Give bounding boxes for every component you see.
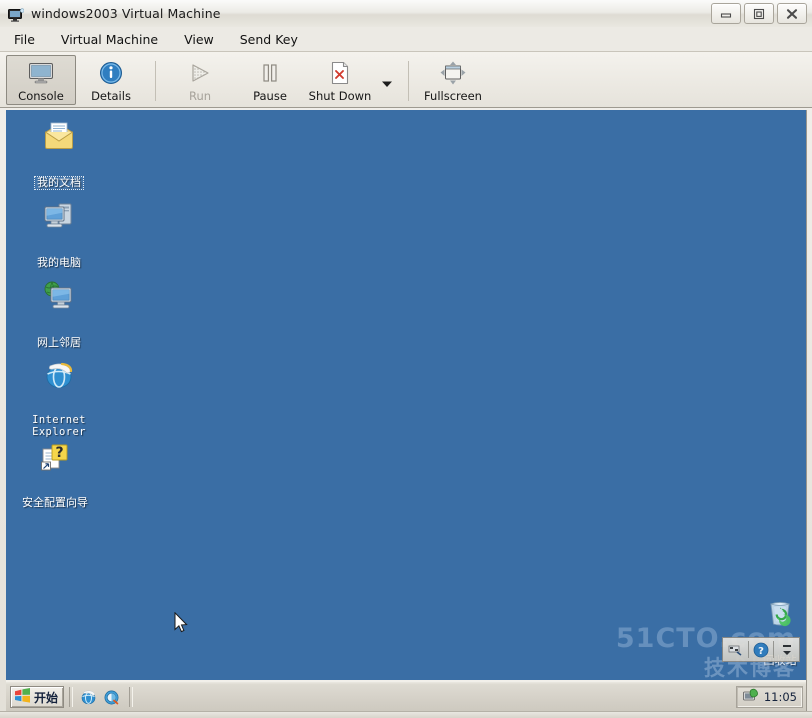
internet-explorer-icon (81, 690, 95, 705)
desktop-icon-network-places[interactable]: 网上邻居 (20, 276, 98, 350)
menu-item-send-key[interactable]: Send Key (238, 30, 300, 49)
system-tray: 11:05 (735, 686, 803, 708)
svg-text:?: ? (55, 445, 63, 461)
spinner-buttons[interactable] (774, 638, 799, 661)
toolbar-button-shutdown[interactable]: Shut Down (305, 55, 375, 105)
maximize-button[interactable] (744, 3, 774, 24)
shutdown-dropdown-button[interactable] (375, 55, 399, 105)
desktop-icon-my-documents[interactable]: 我的文档 (20, 116, 98, 190)
browser-icon (104, 690, 118, 705)
virt-manager-window: windows2003 Virtual Machine File Virtual… (0, 0, 812, 718)
taskbar-clock[interactable]: 11:05 (764, 690, 797, 704)
desktop-icon-label: Internet Explorer (32, 414, 86, 438)
pause-icon (259, 61, 281, 85)
quicklaunch-internet-explorer[interactable] (78, 687, 98, 707)
window-controls (711, 3, 807, 24)
desktop-icon-my-computer[interactable]: 我的电脑 (20, 196, 98, 270)
network-places-icon (20, 276, 98, 312)
toolbar-button-run[interactable]: Run (165, 55, 235, 105)
windows-flag-icon (14, 687, 31, 707)
pin-icon[interactable] (723, 638, 748, 661)
close-button[interactable] (777, 3, 807, 24)
desktop-icon-label: 我的电脑 (37, 256, 81, 269)
toolbar: Console Details Run Pause Shut Down Full… (0, 52, 812, 108)
windows-taskbar: 开始 11:05 (6, 680, 806, 712)
security-shield-icon[interactable] (742, 687, 759, 707)
window-title: windows2003 Virtual Machine (31, 6, 221, 21)
toolbar-button-fullscreen[interactable]: Fullscreen (418, 55, 488, 105)
toolbar-separator-1 (155, 61, 156, 101)
security-config-wizard-icon: ? (16, 436, 94, 472)
svg-text:?: ? (758, 646, 764, 657)
toolbar-label-pause: Pause (253, 89, 287, 103)
desktop-icon-label: 我的文档 (34, 176, 84, 190)
shutdown-icon (329, 61, 351, 85)
recycle-bin-icon (741, 594, 806, 630)
host-window-bottom-strip (0, 711, 812, 718)
toolbar-label-console: Console (18, 89, 64, 103)
chevron-down-icon (382, 81, 392, 87)
arrow-cursor-icon (174, 611, 188, 637)
toolbar-label-shutdown: Shut Down (308, 89, 372, 103)
toolbar-separator-2 (408, 61, 409, 101)
help-icon[interactable]: ? (749, 638, 774, 661)
start-button-label: 开始 (34, 690, 59, 705)
taskbar-separator-1 (69, 687, 74, 707)
start-button[interactable]: 开始 (10, 686, 65, 708)
my-computer-icon (20, 196, 98, 232)
toolbar-button-details[interactable]: Details (76, 55, 146, 105)
play-icon (188, 61, 212, 85)
window-titlebar: windows2003 Virtual Machine (0, 0, 812, 28)
toolbar-label-details: Details (91, 89, 131, 103)
maximize-icon (753, 8, 765, 19)
windows-desktop[interactable]: 我的文档 我的电脑 网上邻居 Internet Explorer ? 安全配置向… (6, 110, 806, 682)
fullscreen-icon (440, 61, 466, 85)
menu-item-virtual-machine[interactable]: Virtual Machine (59, 30, 160, 49)
toolbar-button-console[interactable]: Console (6, 55, 76, 105)
toolbar-label-run: Run (188, 89, 212, 103)
desktop-icon-internet-explorer[interactable]: Internet Explorer (20, 356, 98, 439)
info-icon (99, 61, 123, 85)
monitor-icon (8, 7, 25, 22)
menu-item-file[interactable]: File (12, 30, 37, 49)
taskbar-separator-2 (129, 687, 134, 707)
internet-explorer-icon (20, 356, 98, 392)
minimize-icon (720, 12, 732, 18)
close-icon (786, 8, 798, 19)
desktop-icon-security-config-wizard[interactable]: ? 安全配置向导 (16, 436, 94, 510)
menu-item-view[interactable]: View (182, 30, 216, 49)
desktop-icon-label: 网上邻居 (37, 336, 81, 349)
menubar: File Virtual Machine View Send Key (0, 27, 812, 52)
toolbar-button-pause[interactable]: Pause (235, 55, 305, 105)
minimize-button[interactable] (711, 3, 741, 24)
toolbar-label-fullscreen: Fullscreen (424, 89, 482, 103)
monitor-icon (28, 61, 54, 85)
floating-mini-toolbar[interactable]: ? (722, 637, 800, 662)
vm-console-viewport[interactable]: 我的文档 我的电脑 网上邻居 Internet Explorer ? 安全配置向… (6, 110, 807, 712)
quicklaunch-browser[interactable] (101, 687, 121, 707)
desktop-icon-label: 安全配置向导 (22, 496, 88, 509)
my-documents-icon (20, 116, 98, 152)
